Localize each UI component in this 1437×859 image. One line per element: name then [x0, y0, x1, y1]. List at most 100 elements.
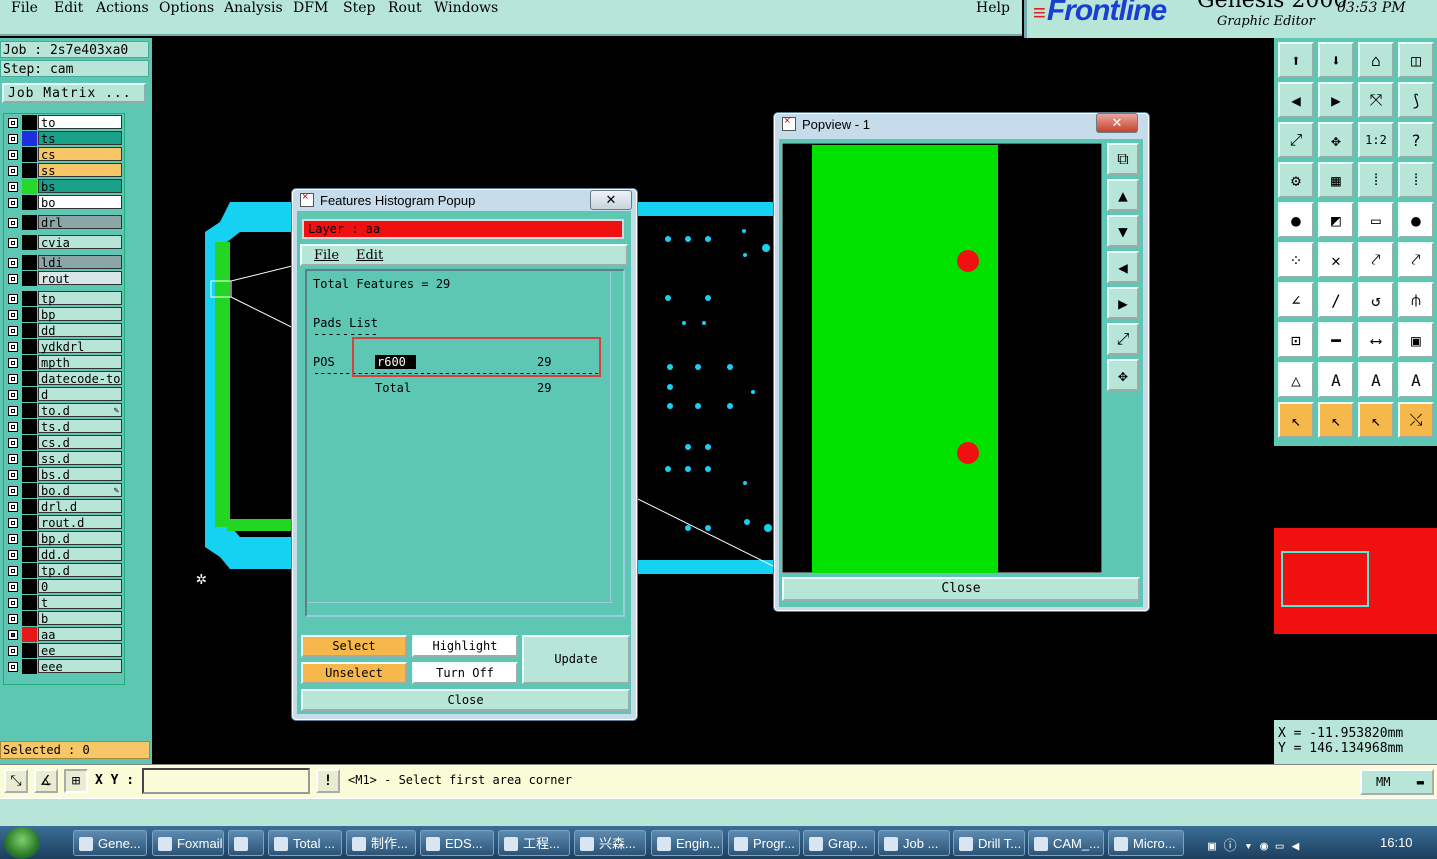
- layer-color-swatch[interactable]: [22, 339, 37, 354]
- layer-checkbox[interactable]: [8, 118, 18, 128]
- layer-row-cs.d[interactable]: cs.d: [4, 435, 124, 451]
- select-path-icon[interactable]: ⤯: [1398, 402, 1434, 438]
- angle-icon[interactable]: ∠: [1278, 282, 1314, 318]
- layer-name[interactable]: ts.d: [38, 419, 122, 434]
- layer-row-b[interactable]: b: [4, 611, 124, 627]
- histogram-close-x-button[interactable]: ✕: [590, 190, 632, 210]
- taskbar-item[interactable]: 工程...: [498, 830, 570, 856]
- layer-checkbox[interactable]: [8, 198, 18, 208]
- taskbar-item[interactable]: Progr...: [728, 830, 800, 856]
- layer-color-swatch[interactable]: [22, 255, 37, 270]
- layer-name[interactable]: rout: [38, 271, 122, 286]
- swap-icon[interactable]: ⤧: [1358, 82, 1394, 118]
- taskbar-item[interactable]: Engin...: [651, 830, 723, 856]
- layer-name[interactable]: ts: [38, 131, 122, 146]
- menu-edit[interactable]: Edit: [54, 0, 83, 16]
- layer-compare-icon[interactable]: ⁞: [1398, 162, 1434, 198]
- snap-point-icon[interactable]: ⤤: [1398, 242, 1434, 278]
- layer-checkbox[interactable]: [8, 550, 18, 560]
- popview-canvas[interactable]: [782, 143, 1102, 573]
- select-circle-icon[interactable]: ↖: [1358, 402, 1394, 438]
- vertical-scrollbar[interactable]: [610, 271, 623, 601]
- arc-icon[interactable]: ↺: [1358, 282, 1394, 318]
- zoom-out-icon[interactable]: ⤢: [1107, 323, 1139, 355]
- layer-name[interactable]: ss.d: [38, 451, 122, 466]
- layer-row-dd.d[interactable]: dd.d: [4, 547, 124, 563]
- layer-color-swatch[interactable]: [22, 115, 37, 130]
- layer-name[interactable]: ss: [38, 163, 122, 178]
- layer-checkbox[interactable]: [8, 566, 18, 576]
- layer-row-to.d[interactable]: to.d: [4, 403, 124, 419]
- settings-icon[interactable]: ⚙: [1278, 162, 1314, 198]
- layer-checkbox[interactable]: [8, 150, 18, 160]
- pad-icon[interactable]: ●: [1278, 202, 1314, 238]
- layer-name[interactable]: cs.d: [38, 435, 122, 450]
- layer-row-bp.d[interactable]: bp.d: [4, 531, 124, 547]
- layer-color-swatch[interactable]: [22, 195, 37, 210]
- layer-row-ee[interactable]: ee: [4, 643, 124, 659]
- pan-right-icon[interactable]: ▶: [1107, 287, 1139, 319]
- help-icon[interactable]: ?: [1398, 122, 1434, 158]
- upload-icon[interactable]: ⬆: [1278, 42, 1314, 78]
- snap-icon[interactable]: ⤤: [1358, 242, 1394, 278]
- xy-input[interactable]: [142, 768, 310, 794]
- layer-row-drl.d[interactable]: drl.d: [4, 499, 124, 515]
- menu-file[interactable]: File: [11, 0, 38, 16]
- measure-icon[interactable]: ⟷: [1358, 322, 1394, 358]
- scale-icon[interactable]: 1:2: [1358, 122, 1394, 158]
- layer-color-swatch[interactable]: [22, 147, 37, 162]
- layer-checkbox[interactable]: [8, 258, 18, 268]
- text-b-icon[interactable]: A: [1358, 362, 1394, 398]
- histogram-close-button[interactable]: Close: [301, 689, 630, 711]
- menu-help[interactable]: Help: [976, 0, 1010, 16]
- layer-checkbox[interactable]: [8, 374, 18, 384]
- text-c-icon[interactable]: A: [1398, 362, 1434, 398]
- layer-checkbox[interactable]: [8, 486, 18, 496]
- pan-icon[interactable]: ✥: [1318, 122, 1354, 158]
- layer-color-swatch[interactable]: [22, 563, 37, 578]
- layer-checkbox[interactable]: [8, 502, 18, 512]
- layer-checkbox[interactable]: [8, 166, 18, 176]
- angle-icon[interactable]: ∡: [34, 769, 58, 793]
- split-icon[interactable]: ⫛: [1398, 282, 1434, 318]
- layer-checkbox[interactable]: [8, 134, 18, 144]
- layer-color-swatch[interactable]: [22, 323, 37, 338]
- layer-color-swatch[interactable]: [22, 419, 37, 434]
- popview-close-x-button[interactable]: ✕: [1096, 113, 1138, 133]
- start-button[interactable]: [4, 827, 40, 859]
- layer-row-eee[interactable]: eee: [4, 659, 124, 675]
- layer-name[interactable]: bo.d: [38, 483, 122, 498]
- download-icon[interactable]: ⬇: [1318, 42, 1354, 78]
- layer-name[interactable]: cs: [38, 147, 122, 162]
- layer-color-swatch[interactable]: [22, 179, 37, 194]
- pan-down-icon[interactable]: ▼: [1107, 215, 1139, 247]
- taskbar-item[interactable]: Total ...: [268, 830, 342, 856]
- layer-row-dd[interactable]: dd: [4, 323, 124, 339]
- layer-color-swatch[interactable]: [22, 467, 37, 482]
- layer-color-swatch[interactable]: [22, 435, 37, 450]
- layer-checkbox[interactable]: [8, 182, 18, 192]
- menu-windows[interactable]: Windows: [434, 0, 498, 16]
- layer-color-swatch[interactable]: [22, 355, 37, 370]
- layer-name[interactable]: aa: [38, 627, 122, 642]
- layer-color-swatch[interactable]: [22, 371, 37, 386]
- layer-name[interactable]: 0: [38, 579, 122, 594]
- layer-checkbox[interactable]: [8, 358, 18, 368]
- layer-row-rout.d[interactable]: rout.d: [4, 515, 124, 531]
- menu-actions[interactable]: Actions: [96, 0, 149, 16]
- layer-color-swatch[interactable]: [22, 627, 37, 642]
- taskbar-item[interactable]: CAM_...: [1028, 830, 1104, 856]
- menu-rout[interactable]: Rout: [388, 0, 422, 16]
- layer-checkbox[interactable]: [8, 470, 18, 480]
- taskbar-item[interactable]: Gene...: [73, 830, 147, 856]
- layer-checkbox[interactable]: [8, 662, 18, 672]
- layer-name[interactable]: bp: [38, 307, 122, 322]
- layer-color-swatch[interactable]: [22, 483, 37, 498]
- layer-row-ts.d[interactable]: ts.d: [4, 419, 124, 435]
- units-selector[interactable]: MM ▬: [1360, 769, 1434, 795]
- layer-color-swatch[interactable]: [22, 531, 37, 546]
- right-icon[interactable]: ▶: [1318, 82, 1354, 118]
- layer-name[interactable]: bs: [38, 179, 122, 194]
- layer-name[interactable]: drl: [38, 215, 122, 230]
- dash-icon[interactable]: ━: [1318, 322, 1354, 358]
